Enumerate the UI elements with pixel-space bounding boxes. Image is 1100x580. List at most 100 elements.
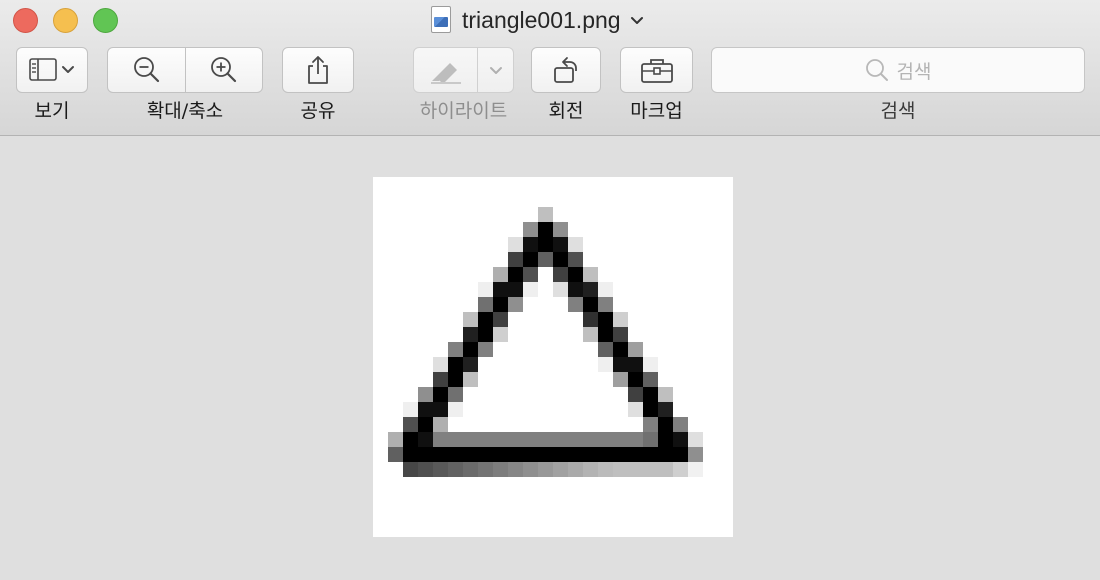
triangle-pixel bbox=[448, 342, 463, 357]
triangle-pixel bbox=[553, 432, 568, 447]
triangle-pixel bbox=[523, 237, 538, 252]
triangle-pixel bbox=[658, 432, 673, 447]
triangle-pixel bbox=[613, 357, 628, 372]
triangle-pixel bbox=[613, 432, 628, 447]
triangle-pixel bbox=[493, 462, 508, 477]
rotate-button[interactable] bbox=[531, 47, 601, 93]
triangle-pixel bbox=[628, 462, 643, 477]
highlight-button[interactable] bbox=[413, 47, 478, 93]
zoom-in-button[interactable] bbox=[185, 47, 263, 93]
triangle-pixel bbox=[523, 432, 538, 447]
search-input[interactable]: 검색 bbox=[711, 47, 1085, 93]
triangle-pixel bbox=[508, 252, 523, 267]
triangle-pixel bbox=[643, 402, 658, 417]
triangle-pixel bbox=[673, 462, 688, 477]
triangle-pixel bbox=[493, 312, 508, 327]
triangle-pixel bbox=[478, 312, 493, 327]
triangle-pixel bbox=[688, 432, 703, 447]
triangle-pixel bbox=[598, 447, 613, 462]
triangle-pixel bbox=[553, 237, 568, 252]
triangle-pixel bbox=[493, 327, 508, 342]
toolbox-icon bbox=[640, 59, 673, 83]
triangle-pixel bbox=[643, 417, 658, 432]
rotate-label: 회전 bbox=[548, 100, 584, 122]
triangle-pixel bbox=[643, 462, 658, 477]
triangle-pixel bbox=[508, 267, 523, 282]
zoom-label: 확대/축소 bbox=[146, 100, 224, 122]
triangle-pixel bbox=[433, 462, 448, 477]
triangle-pixel bbox=[628, 342, 643, 357]
triangle-pixel bbox=[598, 342, 613, 357]
markup-label: 마크업 bbox=[630, 100, 683, 122]
share-button[interactable] bbox=[282, 47, 354, 93]
triangle-pixel bbox=[448, 372, 463, 387]
triangle-pixel bbox=[478, 282, 493, 297]
triangle-pixel bbox=[448, 402, 463, 417]
triangle-pixel bbox=[673, 432, 688, 447]
triangle-pixel bbox=[418, 462, 433, 477]
sidebar-icon bbox=[29, 58, 74, 81]
preview-window: triangle001.png 보기 확대/축소 공유 하이라이트 회전 마크업… bbox=[0, 0, 1100, 580]
highlight-options-button[interactable] bbox=[477, 47, 514, 93]
triangle-pixel bbox=[463, 357, 478, 372]
triangle-pixel bbox=[493, 432, 508, 447]
triangle-pixel bbox=[553, 462, 568, 477]
markup-button[interactable] bbox=[620, 47, 693, 93]
triangle-pixel bbox=[613, 342, 628, 357]
triangle-pixel bbox=[583, 297, 598, 312]
triangle-pixel bbox=[478, 327, 493, 342]
minimize-button[interactable] bbox=[53, 8, 78, 33]
triangle-pixel bbox=[613, 312, 628, 327]
triangle-pixel bbox=[598, 327, 613, 342]
triangle-pixel bbox=[448, 447, 463, 462]
triangle-pixel bbox=[688, 462, 703, 477]
chevron-down-icon[interactable] bbox=[629, 12, 645, 28]
triangle-pixel bbox=[643, 372, 658, 387]
triangle-pixel bbox=[613, 327, 628, 342]
png-document-icon bbox=[430, 6, 452, 34]
triangle-pixel bbox=[553, 252, 568, 267]
share-icon bbox=[308, 56, 328, 84]
triangle-pixel bbox=[658, 462, 673, 477]
triangle-pixel bbox=[643, 432, 658, 447]
triangle-pixel bbox=[403, 417, 418, 432]
zoom-button[interactable] bbox=[93, 8, 118, 33]
triangle-pixel bbox=[583, 282, 598, 297]
triangle-pixel bbox=[583, 312, 598, 327]
triangle-pixel bbox=[643, 387, 658, 402]
triangle-pixel bbox=[598, 297, 613, 312]
triangle-pixel bbox=[568, 432, 583, 447]
share-label: 공유 bbox=[300, 100, 336, 122]
triangle-pixel bbox=[643, 357, 658, 372]
triangle-pixel bbox=[403, 462, 418, 477]
triangle-pixel bbox=[628, 357, 643, 372]
triangle-pixel bbox=[433, 387, 448, 402]
triangle-pixel bbox=[448, 357, 463, 372]
triangle-pixel bbox=[478, 447, 493, 462]
triangle-pixel bbox=[553, 447, 568, 462]
triangle-pixel bbox=[583, 267, 598, 282]
close-button[interactable] bbox=[13, 8, 38, 33]
triangle-pixel bbox=[463, 462, 478, 477]
triangle-pixel bbox=[463, 327, 478, 342]
image-canvas[interactable] bbox=[373, 177, 733, 537]
triangle-pixel bbox=[628, 402, 643, 417]
triangle-pixel bbox=[613, 447, 628, 462]
highlight-label: 하이라이트 bbox=[419, 100, 508, 122]
search-icon bbox=[865, 59, 888, 81]
window-title[interactable]: triangle001.png bbox=[430, 4, 645, 36]
triangle-pixel bbox=[583, 447, 598, 462]
triangle-pixel bbox=[433, 417, 448, 432]
triangle-pixel bbox=[478, 297, 493, 312]
zoom-out-button[interactable] bbox=[107, 47, 186, 93]
triangle-pixel bbox=[418, 417, 433, 432]
triangle-pixel bbox=[583, 462, 598, 477]
triangle-pixel bbox=[463, 312, 478, 327]
zoom-out-icon bbox=[133, 57, 159, 83]
triangle-pixel bbox=[538, 237, 553, 252]
triangle-pixel bbox=[643, 447, 658, 462]
triangle-pixel bbox=[448, 432, 463, 447]
triangle-pixel bbox=[583, 432, 598, 447]
view-button[interactable] bbox=[16, 47, 88, 93]
triangle-pixel bbox=[673, 417, 688, 432]
